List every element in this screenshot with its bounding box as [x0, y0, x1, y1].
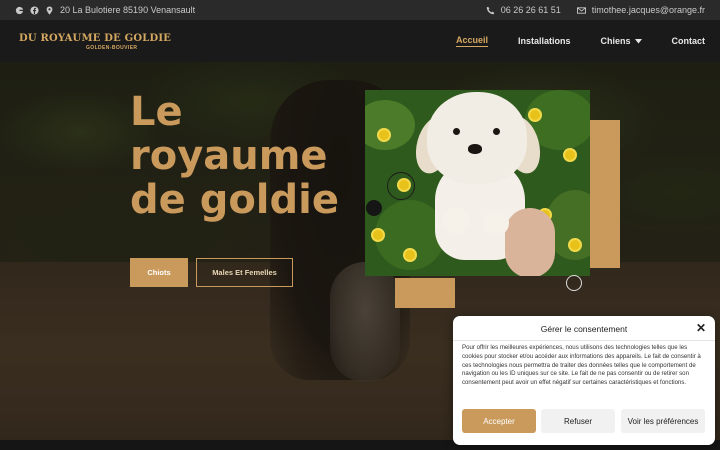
nav-item-chiens-label: Chiens: [600, 36, 631, 46]
refuse-button[interactable]: Refuser: [541, 409, 615, 433]
hero-title: Le royaume de goldie: [130, 90, 360, 222]
nav-item-contact[interactable]: Contact: [672, 36, 706, 46]
cookie-consent-dialog: Gérer le consentement ✕ Pour offrir les …: [453, 316, 715, 445]
close-icon[interactable]: ✕: [695, 322, 707, 334]
logo-title: DU ROYAUME DE GOLDIE: [19, 33, 172, 44]
address-text: 20 La Bulotiere 85190 Venansault: [60, 5, 196, 15]
hero-title-line: de goldie: [130, 177, 339, 223]
email-text[interactable]: timothee.jacques@orange.fr: [592, 5, 705, 15]
phone-icon: [486, 6, 495, 15]
divider: [453, 340, 715, 341]
site-logo[interactable]: DU ROYAUME DE GOLDIE GOLDEN-BOUVIER: [19, 33, 172, 51]
nav-item-chiens[interactable]: Chiens: [600, 36, 642, 46]
logo-subtitle: GOLDEN-BOUVIER: [86, 45, 138, 51]
decorative-dot: [366, 200, 382, 216]
accept-button[interactable]: Accepter: [462, 409, 536, 433]
cookie-title: Gérer le consentement: [540, 324, 628, 334]
hero-title-line: Le: [130, 89, 183, 135]
nav-item-installations[interactable]: Installations: [518, 36, 571, 46]
main-nav: Accueil Installations Chiens Contact: [455, 20, 706, 62]
top-info-bar: 20 La Bulotiere 85190 Venansault 06 26 2…: [0, 0, 720, 20]
chevron-down-icon: [634, 38, 642, 43]
site-header: DU ROYAUME DE GOLDIE GOLDEN-BOUVIER Accu…: [0, 20, 720, 62]
photo-accent-block: [590, 120, 620, 268]
google-icon[interactable]: [15, 6, 24, 15]
decorative-ring: [387, 172, 415, 200]
males-femelles-button[interactable]: Males Et Femelles: [196, 258, 293, 287]
facebook-icon[interactable]: [30, 5, 39, 15]
hero-title-line: royaume: [130, 133, 328, 179]
phone-text[interactable]: 06 26 26 61 51: [501, 5, 561, 15]
preferences-button[interactable]: Voir les préférences: [621, 409, 705, 433]
cookie-text: Pour offrir les meilleures expériences, …: [462, 344, 701, 387]
envelope-icon: [576, 6, 586, 15]
chiots-button[interactable]: Chiots: [130, 258, 188, 287]
map-pin-icon: [45, 5, 54, 15]
photo-accent-block: [395, 278, 455, 308]
nav-item-accueil[interactable]: Accueil: [455, 35, 488, 47]
decorative-ring: [566, 275, 582, 291]
